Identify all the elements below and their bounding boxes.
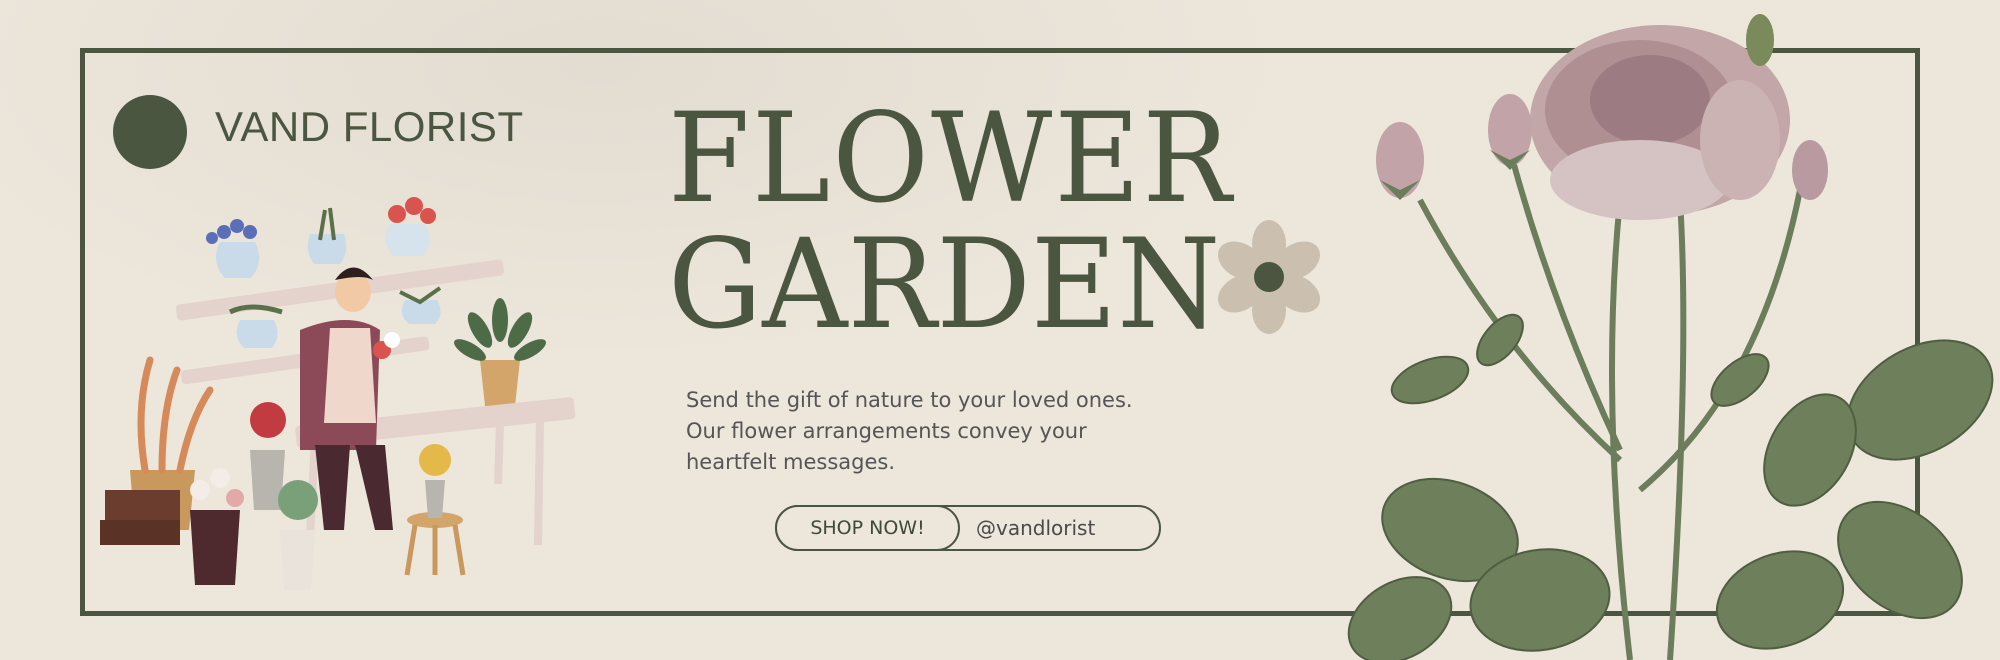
tagline-line: Our flower arrangements convey your	[686, 419, 1087, 443]
headline-line-2: GARDEN	[668, 211, 1221, 357]
tagline: Send the gift of nature to your loved on…	[686, 385, 1186, 478]
tagline-line: heartfelt messages.	[686, 450, 896, 474]
logo-dot-icon	[113, 95, 187, 169]
headline-line-1: FLOWER	[668, 85, 1234, 231]
tagline-line: Send the gift of nature to your loved on…	[686, 388, 1133, 412]
social-handle: @vandlorist	[976, 516, 1096, 540]
rose-illustration	[1347, 14, 1994, 660]
shop-now-button[interactable]: SHOP NOW!	[775, 505, 960, 551]
flower-icon	[1217, 220, 1321, 334]
banner: VAND FLORIST FLOWER GARDEN Send the gift…	[0, 0, 2000, 660]
florist-illustration	[100, 197, 576, 590]
brand-name: VAND FLORIST	[215, 103, 524, 150]
